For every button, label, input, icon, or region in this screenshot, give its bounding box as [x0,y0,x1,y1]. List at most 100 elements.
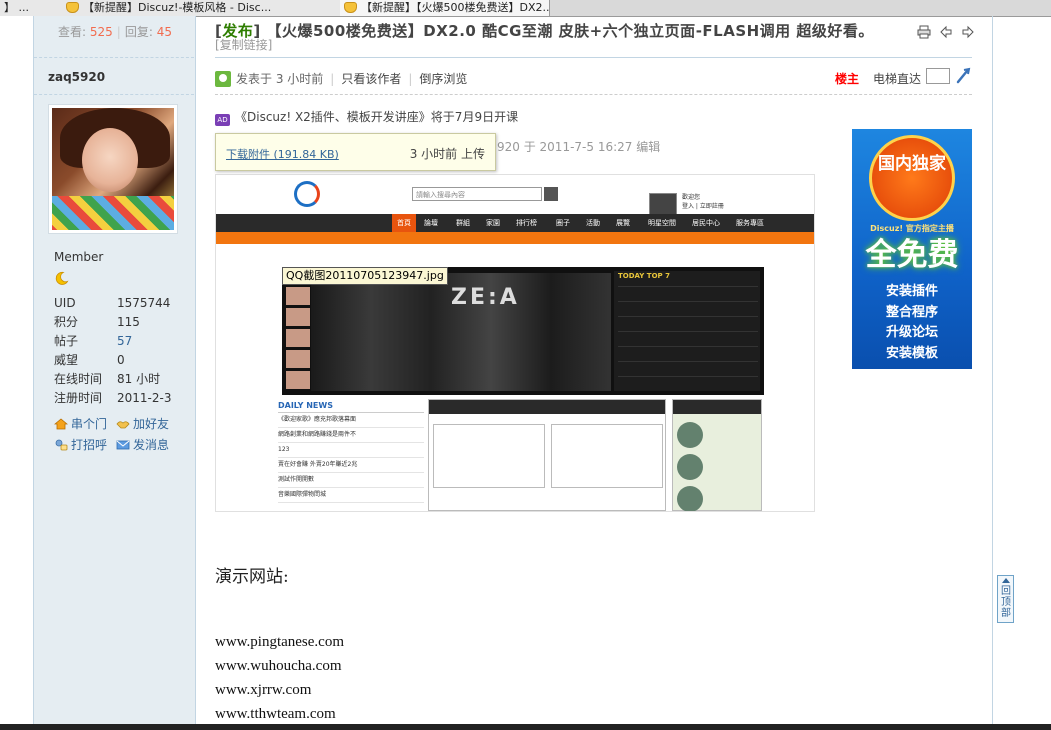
avatar-photo [52,108,174,230]
divider [215,57,972,58]
demo-site: www.pingtanese.com [215,634,344,650]
user-actions: 串个门 加好友 打招呼 发消息 [54,414,194,456]
thread-title-text: 【火爆500楼免费送】DX2.0 酷CG至潮 皮肤+六个独立页面-FLASH调用… [266,22,874,40]
stat-label: 注册时间 [54,391,103,405]
download-attachment-link[interactable]: 下载附件 (191.84 KB) [226,146,339,162]
replies-label: 回复: [124,25,153,39]
ad-seal: 国内独家 [869,135,955,221]
stat-row: UID 1575744 [54,294,171,313]
shot-nav-item: 活動 [586,219,600,227]
thread-title: [发布] 【火爆500楼免费送】DX2.0 酷CG至潮 皮肤+六个独立页面-FL… [215,22,874,40]
ad-headline: 全免费 [865,237,959,273]
tab-label: 【新提醒】【火爆500楼免费送】DX2... [361,1,550,14]
moon-rank-icon [55,271,69,285]
floor-jump-input[interactable] [926,68,950,84]
back-to-top-label: 回顶部 [1001,586,1011,619]
browser-tab-strip: 】 ... 【新提醒】Discuz!-模板风格 - Disc... 【新提醒】【… [0,0,1051,17]
stat-value: 1575744 [117,296,171,310]
content-border [992,16,993,730]
thread-stats: 查看: 525 | 回复: 45 [58,25,172,39]
add-friend-link[interactable]: 加好友 [116,414,178,435]
shot-top7: TODAY TOP 7 [614,271,760,391]
demo-sites-label: 演示网站: [215,567,289,587]
shot-nav-item: 群組 [456,219,470,227]
prev-thread-icon[interactable] [939,25,953,39]
ad-features: 安装插件 整合程序 升级论坛 安装模板 [885,284,938,361]
shot-user-text: 歡迎您 登入 | 立即註冊 [682,194,724,210]
shot-nav-item: 家園 [486,219,500,227]
upload-time: 3 小时前 上传 [409,147,485,161]
author-name[interactable]: zaq5920 [48,70,105,84]
announcement[interactable]: AD 《Discuz! X2插件、模板开发讲座》将于7月9日开课 [215,108,518,126]
reverse-order-link[interactable]: 倒序浏览 [419,72,467,86]
views-label: 查看: [58,25,87,39]
next-thread-icon[interactable] [961,25,975,39]
views-count: 525 [89,25,113,39]
shot-banner-title: ZE:A [451,285,520,310]
ad-badge-icon: AD [215,114,230,126]
window-bottom-edge [0,724,1051,730]
home-icon [54,418,68,430]
stat-label: 帖子 [54,334,79,348]
user-group: Member [54,250,104,264]
envelope-icon [116,440,130,450]
shot-search: 請輸入搜尋內容 [412,187,542,201]
elevator-label: 电梯直达 [873,72,922,86]
shot-guide [428,399,666,511]
shot-nav: 首頁 論壇 群組 家園 排行榜 圈子 活動 展覽 明星空間 居民中心 服务專區 [216,214,814,232]
attachment-popup: 下载附件 (191.84 KB) 3 小时前 上传 [215,133,496,171]
post-image[interactable]: 請輸入搜尋內容 歡迎您 登入 | 立即註冊 首頁 論壇 群組 家園 排行榜 圈子 … [215,174,815,512]
posted-time: 3 小时前 [275,72,324,86]
demo-sites-list: www.pingtanese.com www.wuhoucha.com www.… [215,630,344,726]
back-to-top-button[interactable]: 回顶部 [997,575,1014,623]
shot-nav-item: 展覽 [616,219,630,227]
divider [34,94,194,95]
ad-banner[interactable]: 国内独家 Discuz! 官方指定主播 全免费 安装插件 整合程序 升级论坛 安… [852,129,972,369]
shot-nav-item: 服务專區 [736,219,764,227]
image-filename-tooltip: QQ截图20110705123947.jpg [282,267,448,285]
post-info: 发表于 3 小时前 | 只看该作者 | 倒序浏览 [215,70,467,87]
shot-nav-item: 居民中心 [692,219,720,227]
announcement-text[interactable]: 《Discuz! X2插件、模板开发讲座》将于7月9日开课 [235,110,518,124]
shot-daily-news: DAILY NEWS 《歡迎家歌》應充邦歌落幕面 網路創業和網路賺錢是兩件不 1… [278,401,424,511]
browser-tab[interactable]: 【新提醒】Discuz!-模板风格 - Disc... [62,0,341,16]
shot-search-icon [544,187,558,201]
stat-value: 0 [117,353,125,367]
demo-site: www.xjrrw.com [215,682,312,698]
shot-nav-item: 圈子 [556,219,570,227]
stat-label: 积分 [54,315,79,329]
posted-label: 发表于 [236,72,273,86]
print-icon[interactable] [917,25,931,39]
online-status-icon [215,71,231,87]
replies-count: 45 [156,25,172,39]
shot-nav-item: 首頁 [392,214,416,232]
browser-tab[interactable]: 】 ... [0,0,63,16]
stat-value: 115 [117,315,140,329]
stat-label: 威望 [54,353,79,367]
stat-row: 帖子 57 [54,332,171,351]
only-author-link[interactable]: 只看该作者 [341,72,401,86]
owner-badge: 楼主 [835,72,860,86]
page-margin [0,16,33,730]
shot-thumbnails [286,287,310,391]
posts-count-link[interactable]: 57 [117,334,132,348]
shot-blog [672,399,762,511]
avatar[interactable] [48,104,178,234]
demo-site: www.tthwteam.com [215,706,336,722]
stat-row: 在线时间 81 小时 [54,370,171,389]
browser-tab-active[interactable]: 【新提醒】【火爆500楼免费送】DX2... [340,0,550,16]
stat-row: 注册时间 2011-2-3 [54,389,171,408]
site-logo [294,181,320,207]
copy-link[interactable]: [复制链接] [215,36,272,53]
arrow-up-icon [1002,578,1010,583]
send-message-link[interactable]: 发消息 [116,435,178,456]
visit-space-link[interactable]: 串个门 [54,414,116,435]
greet-link[interactable]: 打招呼 [54,435,116,456]
tab-label: 】 ... [4,1,29,14]
greet-icon [55,439,68,451]
stat-label: 在线时间 [54,372,103,386]
forum-favicon-icon [344,2,357,13]
user-stats: UID 1575744 积分 115 帖子 57 威望 0 在线时间 81 小时 注册时间… [54,294,171,408]
floor-jump-go-icon[interactable] [955,67,971,84]
shot-nav-item: 明星空間 [648,219,676,227]
